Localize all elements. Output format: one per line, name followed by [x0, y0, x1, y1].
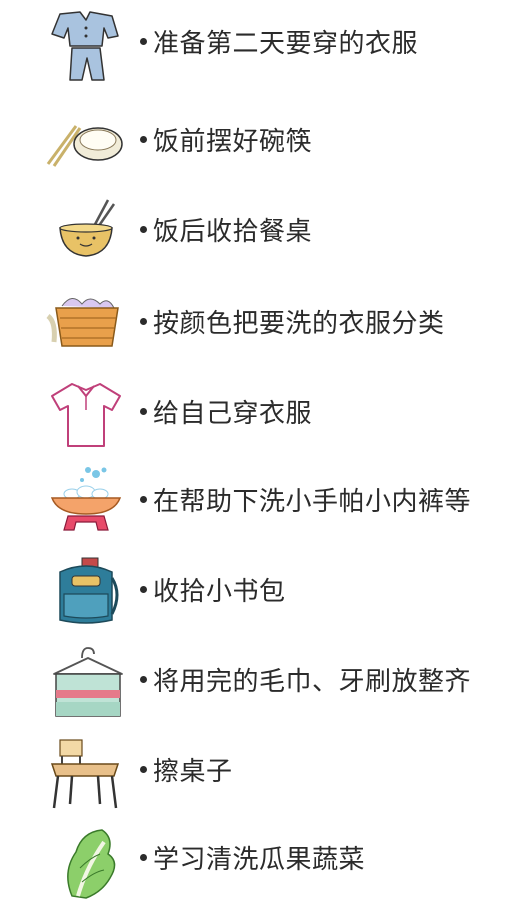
bowl-with-chopsticks-icon: [42, 194, 128, 272]
bullet: [140, 586, 147, 593]
washbasin-icon: [42, 464, 128, 542]
bullet: [140, 38, 147, 45]
item-text: 将用完的毛巾、牙刷放整齐: [153, 667, 472, 697]
vegetable-icon: [42, 822, 128, 900]
bullet: [140, 676, 147, 683]
bowl-chopsticks-icon: [42, 104, 128, 182]
item-label: 饭后收拾餐桌: [140, 216, 312, 248]
list-item: 按颜色把要洗的衣服分类: [0, 280, 525, 370]
bullet: [140, 318, 147, 325]
bullet: [140, 496, 147, 503]
item-text: 收拾小书包: [153, 577, 286, 607]
list-item: 准备第二天要穿的衣服: [0, 0, 525, 90]
clothes-icon: [42, 6, 128, 84]
schoolbag-icon: [42, 554, 128, 632]
item-label: 将用完的毛巾、牙刷放整齐: [140, 666, 471, 698]
towel-hanger-icon: [42, 644, 128, 722]
item-text: 按颜色把要洗的衣服分类: [153, 309, 445, 339]
desk-icon: [42, 734, 128, 812]
item-label: 按颜色把要洗的衣服分类: [140, 308, 445, 340]
item-label: 给自己穿衣服: [140, 398, 312, 430]
list-item: 擦桌子: [0, 728, 525, 818]
bullet: [140, 136, 147, 143]
bullet: [140, 854, 147, 861]
item-text: 饭后收拾餐桌: [153, 217, 313, 247]
item-text: 饭前摆好碗筷: [153, 127, 313, 157]
item-label: 收拾小书包: [140, 576, 286, 608]
shirt-icon: [42, 376, 128, 454]
list-item: 学习清洗瓜果蔬菜: [0, 816, 525, 906]
item-label: 擦桌子: [140, 756, 233, 788]
item-text: 准备第二天要穿的衣服: [153, 29, 419, 59]
laundry-basket-icon: [42, 286, 128, 364]
list-item: 饭后收拾餐桌: [0, 188, 525, 278]
bullet: [140, 766, 147, 773]
list-item: 给自己穿衣服: [0, 370, 525, 460]
item-text: 在帮助下洗小手帕小内裤等: [153, 487, 472, 517]
bullet: [140, 226, 147, 233]
bullet: [140, 408, 147, 415]
item-label: 在帮助下洗小手帕小内裤等: [140, 486, 471, 518]
list-item: 将用完的毛巾、牙刷放整齐: [0, 638, 525, 728]
list-item: 在帮助下洗小手帕小内裤等: [0, 458, 525, 548]
list-item: 收拾小书包: [0, 548, 525, 638]
list-item: 饭前摆好碗筷: [0, 98, 525, 188]
item-text: 擦桌子: [153, 757, 233, 787]
item-text: 给自己穿衣服: [153, 399, 313, 429]
item-label: 准备第二天要穿的衣服: [140, 28, 418, 60]
item-label: 饭前摆好碗筷: [140, 126, 312, 158]
item-text: 学习清洗瓜果蔬菜: [153, 845, 366, 875]
item-label: 学习清洗瓜果蔬菜: [140, 844, 365, 876]
